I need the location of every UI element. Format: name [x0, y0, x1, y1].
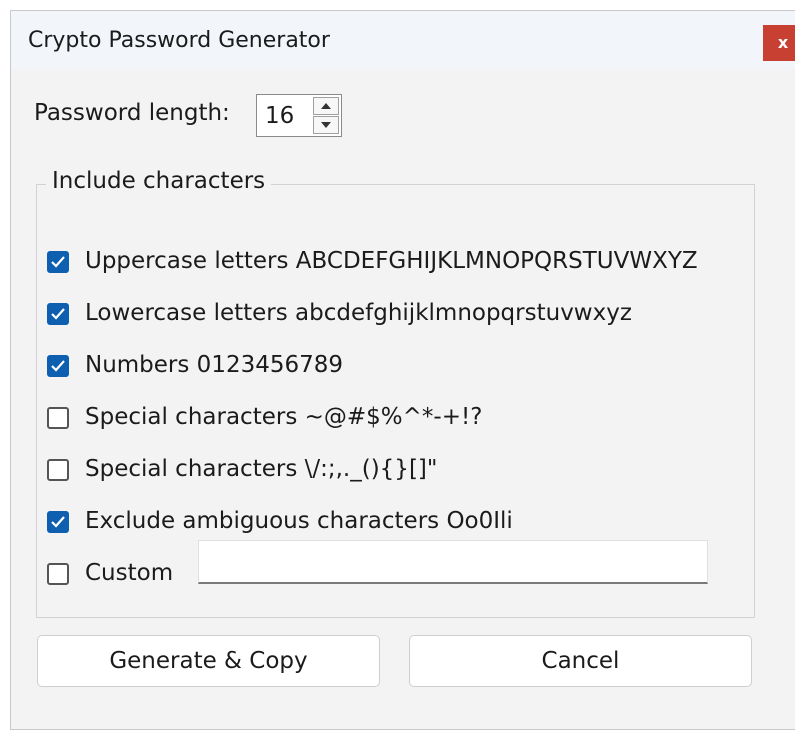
- uppercase-checkbox[interactable]: [47, 251, 69, 273]
- group-title: Include characters: [46, 168, 272, 194]
- chevron-up-icon: [321, 103, 331, 109]
- title-bar: Crypto Password Generator x: [11, 11, 795, 69]
- special-2-checkbox[interactable]: [47, 459, 69, 481]
- custom-checkbox[interactable]: [47, 563, 69, 585]
- window-title: Crypto Password Generator: [28, 28, 330, 53]
- lowercase-checkbox[interactable]: [47, 303, 69, 325]
- checkmark-icon: [51, 360, 65, 372]
- exclude-ambiguous-label: Exclude ambiguous characters Oo0Ili: [85, 508, 513, 534]
- numbers-label: Numbers 0123456789: [85, 352, 344, 378]
- special-1-label: Special characters ~@#$%^*-+!?: [85, 404, 483, 430]
- spin-arrows: [313, 97, 339, 134]
- checkmark-icon: [51, 516, 65, 528]
- password-length-value[interactable]: 16: [265, 103, 294, 129]
- generate-copy-button[interactable]: Generate & Copy: [37, 635, 380, 687]
- numbers-checkbox[interactable]: [47, 355, 69, 377]
- custom-characters-input[interactable]: [198, 540, 708, 584]
- exclude-ambiguous-checkbox[interactable]: [47, 511, 69, 533]
- chevron-down-icon: [321, 122, 331, 128]
- decrement-button[interactable]: [313, 116, 339, 134]
- uppercase-label: Uppercase letters ABCDEFGHIJKLMNOPQRSTUV…: [85, 248, 698, 274]
- checkmark-icon: [51, 308, 65, 320]
- increment-button[interactable]: [313, 97, 339, 115]
- lowercase-label: Lowercase letters abcdefghijklmnopqrstuv…: [85, 300, 632, 326]
- special-1-checkbox[interactable]: [47, 407, 69, 429]
- custom-label: Custom: [85, 560, 174, 586]
- password-length-spinbox[interactable]: 16: [256, 94, 342, 137]
- password-length-label: Password length:: [34, 100, 230, 126]
- checkmark-icon: [51, 256, 65, 268]
- close-button[interactable]: x: [763, 25, 795, 61]
- cancel-button[interactable]: Cancel: [409, 635, 752, 687]
- special-2-label: Special characters \/:;,._(){}[]": [85, 456, 438, 482]
